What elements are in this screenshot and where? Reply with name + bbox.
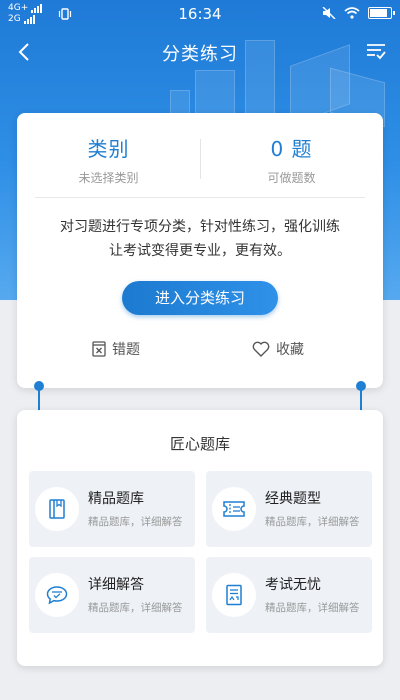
list-check-icon	[367, 44, 386, 60]
wifi-icon	[344, 7, 360, 19]
wrong-questions-label: 错题	[112, 342, 140, 358]
enter-practice-button[interactable]: 进入分类练习	[122, 281, 278, 315]
tile-title: 精品题库	[88, 491, 144, 507]
page-title: 分类练习	[162, 44, 238, 65]
wrong-book-icon	[92, 341, 106, 357]
tile-title: 详细解答	[88, 577, 144, 593]
tile-subtitle: 精品题库，详细解答	[88, 516, 183, 528]
question-count-value: 0 题	[270, 137, 313, 161]
description-line-1: 对习题进行专项分类，针对性练习，强化训练	[60, 219, 340, 235]
description-line-2: 让考试变得更专业，更有效。	[109, 243, 291, 259]
battery-icon	[368, 7, 395, 19]
connector-line	[360, 386, 362, 410]
exam-paper-icon	[212, 573, 256, 617]
favorites-label: 收藏	[276, 342, 304, 358]
connector-line	[38, 386, 40, 410]
question-count: 0 题 可做题数	[200, 133, 383, 186]
favorites-button[interactable]: 收藏	[252, 339, 304, 359]
stats-row: 类别 未选择类别 0 题 可做题数	[17, 113, 383, 201]
tile-title: 经典题型	[265, 491, 321, 507]
actions-row: 错题 收藏	[17, 339, 383, 363]
nav-bar: 分类练习	[0, 30, 400, 74]
question-count-label: 可做题数	[267, 171, 316, 185]
heart-icon	[252, 341, 270, 357]
tile-subtitle: 精品题库，详细解答	[265, 516, 360, 528]
practice-summary-card: 类别 未选择类别 0 题 可做题数 对习题进行专项分类，针对性练习，强化训练 让…	[17, 113, 383, 388]
status-bar: 4G+ 2G 16:34	[0, 0, 400, 28]
divider	[35, 197, 365, 198]
category-value: 类别	[87, 137, 130, 161]
category-label: 未选择类别	[78, 171, 139, 185]
tile-classic-types[interactable]: 经典题型 精品题库，详细解答	[206, 471, 372, 547]
tile-subtitle: 精品题库，详细解答	[88, 602, 183, 614]
wrong-questions-button[interactable]: 错题	[92, 339, 140, 359]
chat-bubble-icon	[35, 573, 79, 617]
description: 对习题进行专项分类，针对性练习，强化训练 让考试变得更专业，更有效。	[17, 215, 383, 263]
mute-icon	[322, 7, 336, 19]
question-bank-card: 匠心题库 精品题库 精品题库，详细解答 经典题型 精品题库，详细解答 详细解答 …	[17, 410, 383, 666]
tile-subtitle: 精品题库，详细解答	[265, 602, 360, 614]
tile-title: 考试无忧	[265, 577, 321, 593]
book-icon	[35, 487, 79, 531]
category-selector[interactable]: 类别 未选择类别	[17, 133, 200, 186]
filter-list-button[interactable]	[362, 38, 390, 66]
ticket-icon	[212, 487, 256, 531]
tile-worry-free-exam[interactable]: 考试无忧 精品题库，详细解答	[206, 557, 372, 633]
tile-premium-bank[interactable]: 精品题库 精品题库，详细解答	[29, 471, 195, 547]
tile-detailed-answers[interactable]: 详细解答 精品题库，详细解答	[29, 557, 195, 633]
section-title: 匠心题库	[169, 435, 230, 453]
